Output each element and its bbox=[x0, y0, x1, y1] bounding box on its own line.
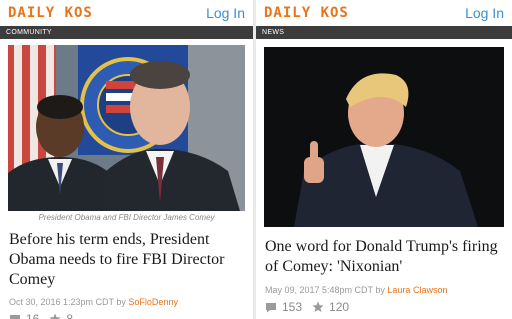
trump-photo bbox=[264, 47, 504, 227]
photo-caption: President Obama and FBI Director James C… bbox=[38, 213, 215, 222]
login-link[interactable]: Log In bbox=[465, 5, 504, 21]
article-headline[interactable]: Before his term ends, President Obama ne… bbox=[9, 230, 245, 290]
article-stats: 16 8 bbox=[9, 312, 245, 319]
comments-value: 153 bbox=[282, 300, 303, 314]
comment-bubble-icon bbox=[265, 302, 277, 313]
recommends-value: 120 bbox=[329, 300, 350, 314]
section-label[interactable]: COMMUNITY bbox=[0, 26, 253, 39]
daily-kos-logo[interactable]: DAILY KOS bbox=[8, 5, 93, 21]
star-icon bbox=[312, 301, 324, 313]
recommends-value: 8 bbox=[66, 312, 74, 319]
comments-count[interactable]: 153 bbox=[265, 300, 302, 314]
recommends-count[interactable]: 8 bbox=[49, 312, 73, 319]
recommends-count[interactable]: 120 bbox=[312, 300, 349, 314]
daily-kos-logo[interactable]: DAILY KOS bbox=[264, 5, 349, 21]
author-link[interactable]: SoFloDenny bbox=[128, 297, 178, 307]
star-icon bbox=[49, 313, 61, 319]
comments-value: 16 bbox=[26, 312, 40, 319]
site-header: DAILY KOS Log In bbox=[256, 0, 512, 26]
article-meta: May 09, 2017 5:48pm CDT by Laura Clawson bbox=[265, 285, 504, 295]
article-meta: Oct 30, 2016 1:23pm CDT by SoFloDenny bbox=[9, 297, 245, 307]
comments-count[interactable]: 16 bbox=[9, 312, 39, 319]
author-link[interactable]: Laura Clawson bbox=[387, 285, 447, 295]
article-photo[interactable] bbox=[264, 47, 504, 227]
login-link[interactable]: Log In bbox=[206, 5, 245, 21]
article-date: Oct 30, 2016 1:23pm CDT by bbox=[9, 297, 126, 307]
obama-comey-photo bbox=[8, 45, 245, 211]
article-card-right: DAILY KOS Log In NEWS One word for Donal… bbox=[256, 0, 512, 319]
site-header: DAILY KOS Log In bbox=[0, 0, 253, 26]
section-label[interactable]: NEWS bbox=[256, 26, 512, 39]
article-stats: 153 120 bbox=[265, 300, 504, 314]
article-card-left: DAILY KOS Log In COMMUNITY President Oba… bbox=[0, 0, 253, 319]
article-headline[interactable]: One word for Donald Trump's firing of Co… bbox=[265, 237, 504, 277]
article-photo[interactable] bbox=[8, 45, 245, 211]
comment-bubble-icon bbox=[9, 314, 21, 319]
article-date: May 09, 2017 5:48pm CDT by bbox=[265, 285, 385, 295]
